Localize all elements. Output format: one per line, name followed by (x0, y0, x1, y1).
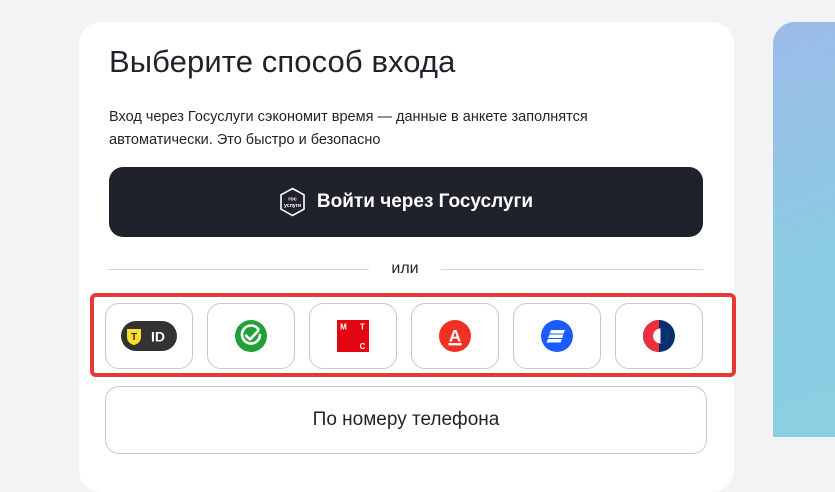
gosuslugi-button-label: Войти через Госуслуги (316, 191, 534, 212)
or-divider: или (107, 258, 703, 280)
phone-login-button[interactable]: По номеру телефона (105, 386, 707, 454)
provider-sber-button[interactable] (207, 303, 295, 369)
alfa-icon: А (439, 320, 471, 352)
divider-label: или (391, 260, 419, 277)
provider-alfa-button[interactable]: А (411, 303, 499, 369)
provider-t-id-button[interactable]: Т ID (105, 303, 193, 369)
vtb-icon (541, 320, 573, 352)
t-id-letter: Т (131, 332, 137, 343)
gazprom-icon (643, 320, 675, 352)
provider-mts-button[interactable]: М Т С (309, 303, 397, 369)
t-id-icon: Т ID (121, 321, 177, 351)
provider-gazprombank-button[interactable] (615, 303, 703, 369)
divider-line-right (440, 268, 703, 270)
provider-vtb-button[interactable] (513, 303, 601, 369)
provider-buttons-row: Т ID М Т С А (105, 303, 703, 369)
gosuslugi-logo-text-bottom: услуги (284, 203, 301, 209)
divider-line-left (107, 268, 370, 270)
mts-letter-s: С (360, 342, 366, 351)
t-id-text: ID (151, 329, 165, 345)
page-title: Выберите способ входа (109, 44, 456, 79)
mts-letter-t: Т (360, 323, 365, 332)
gosuslugi-logo-text-top: гос (288, 197, 297, 203)
sber-icon (235, 320, 267, 352)
gosuslugi-login-button[interactable]: гос услуги Войти через Госуслуги (109, 167, 703, 237)
side-banner (773, 22, 835, 437)
gosuslugi-logo-icon: гос услуги (280, 187, 305, 217)
mts-letter-m: М (340, 323, 347, 332)
alfa-letter: А (449, 327, 461, 346)
login-description: Вход через Госуслуги сэкономит время — д… (109, 109, 588, 148)
mts-icon: М Т С (337, 320, 369, 352)
